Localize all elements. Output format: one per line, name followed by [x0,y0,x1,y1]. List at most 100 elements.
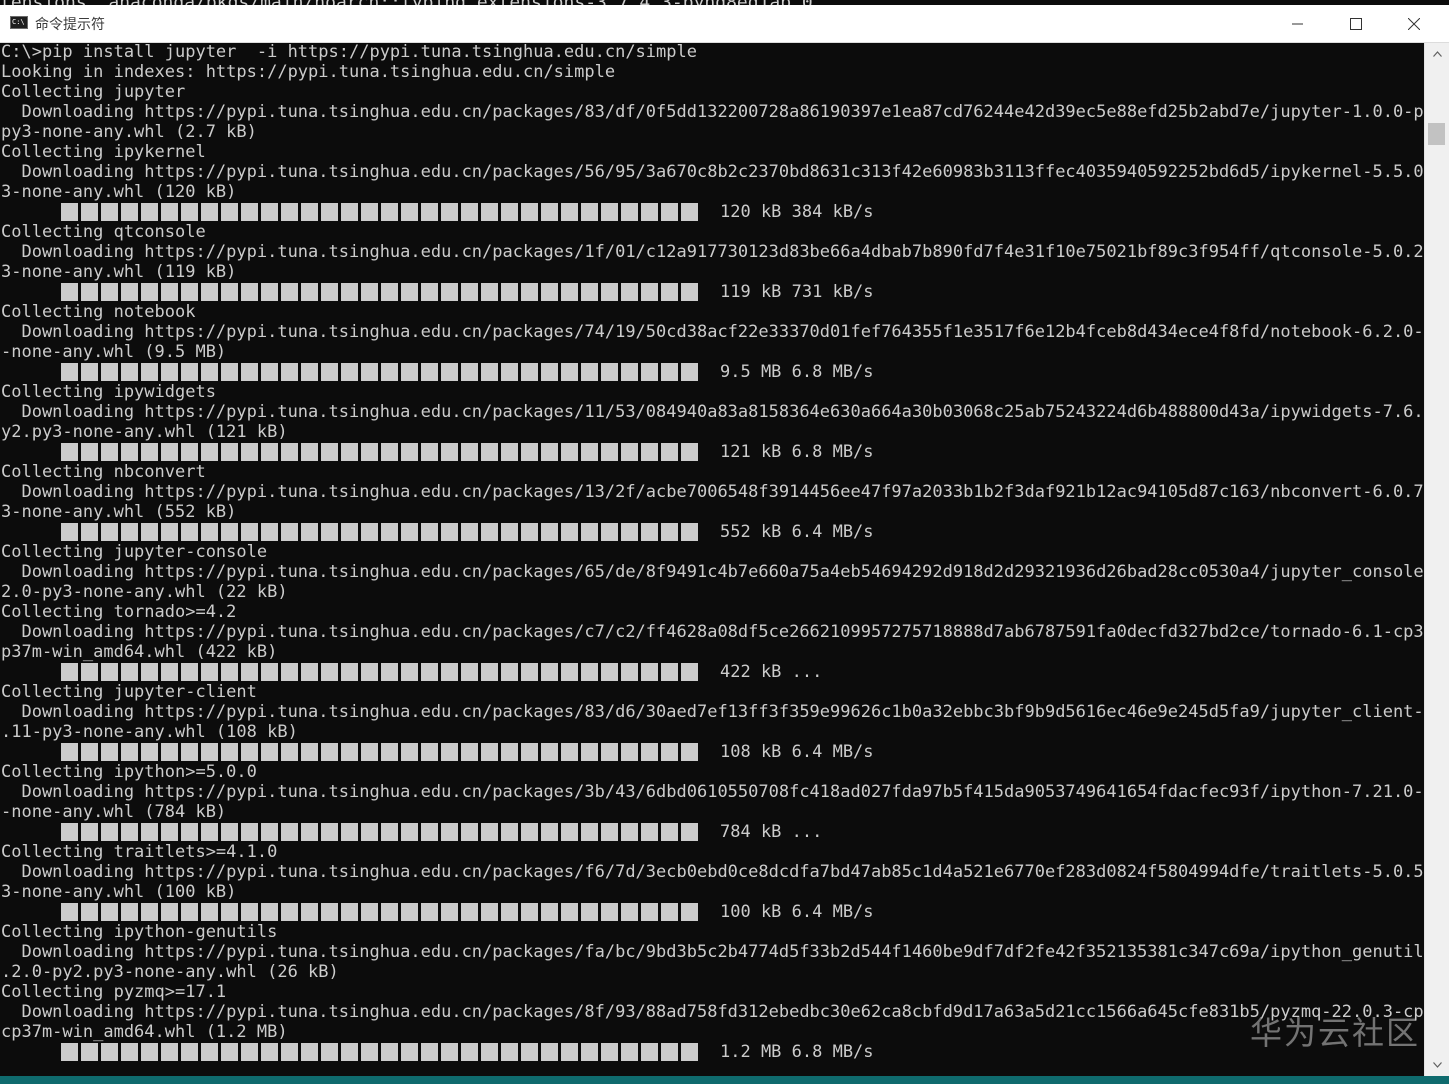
progress-block [81,523,98,541]
progress-block [441,443,458,461]
progress-block [141,363,158,381]
progress-block [161,363,178,381]
progress-block [201,823,218,841]
chevron-down-icon [1432,1062,1442,1068]
progress-block [161,903,178,921]
progress-block [241,903,258,921]
console-line: Downloading https://pypi.tuna.tsinghua.e… [1,242,1424,262]
progress-block [321,283,338,301]
progress-block [501,203,518,221]
progress-block [301,1043,318,1061]
progress-block [581,203,598,221]
progress-block [501,283,518,301]
scroll-down-button[interactable] [1425,1056,1449,1074]
progress-block [101,743,118,761]
progress-block [561,903,578,921]
console-line: .11-py3-none-any.whl (108 kB) [1,722,298,742]
progress-block [381,443,398,461]
progress-block [341,363,358,381]
progress-block [541,443,558,461]
progress-block [681,663,698,681]
maximize-button[interactable] [1333,5,1379,42]
cmd-icon: C:\ [10,16,28,29]
progress-block [281,363,298,381]
progress-block [321,743,338,761]
taskbar-strip [0,1076,1449,1084]
progress-block [681,283,698,301]
progress-block [81,903,98,921]
console-line: Downloading https://pypi.tuna.tsinghua.e… [1,482,1424,502]
progress-block [241,523,258,541]
progress-block [181,363,198,381]
progress-block [581,283,598,301]
console-output[interactable]: C:\>pip install jupyter -i https://pypi.… [0,43,1424,1076]
console-line: Downloading https://pypi.tuna.tsinghua.e… [1,562,1424,582]
close-button[interactable] [1391,5,1437,42]
minimize-button[interactable] [1275,5,1321,42]
progress-block [561,663,578,681]
console-line: Collecting notebook [1,302,196,322]
progress-block [81,743,98,761]
progress-block [201,363,218,381]
progress-block [161,443,178,461]
console-line: C:\>pip install jupyter -i https://pypi.… [1,43,697,62]
progress-block [221,283,238,301]
progress-block [301,203,318,221]
progress-block [301,443,318,461]
progress-block [641,663,658,681]
progress-block [561,443,578,461]
progress-block [581,363,598,381]
progress-block [421,1043,438,1061]
vertical-scrollbar[interactable] [1424,43,1449,1076]
scroll-thumb[interactable] [1428,123,1445,145]
progress-block [341,523,358,541]
progress-block [401,203,418,221]
console-line: Downloading https://pypi.tuna.tsinghua.e… [1,622,1424,642]
progress-block [81,663,98,681]
progress-block [281,743,298,761]
progress-block [81,443,98,461]
progress-block [261,443,278,461]
progress-block [421,203,438,221]
progress-block [221,443,238,461]
progress-block [261,663,278,681]
progress-block [421,663,438,681]
progress-block [581,523,598,541]
progress-block [381,663,398,681]
console-line: Collecting ipython-genutils [1,922,278,942]
progress-bar [61,363,707,381]
progress-block [601,203,618,221]
progress-block [261,823,278,841]
console-line: cp37m-win_amd64.whl (1.2 MB) [1,1022,288,1042]
progress-block [281,903,298,921]
progress-block [121,743,138,761]
download-stats: 9.5 MB 6.8 MB/s [720,362,874,382]
scroll-up-button[interactable] [1425,45,1449,63]
progress-block [441,523,458,541]
title-bar[interactable]: C:\ 命令提示符 [0,5,1449,43]
progress-block [681,1043,698,1061]
progress-block [61,363,78,381]
progress-block [301,363,318,381]
progress-block [461,203,478,221]
progress-block [121,1043,138,1061]
progress-block [381,903,398,921]
progress-block [161,1043,178,1061]
progress-block [81,363,98,381]
download-stats: 121 kB 6.8 MB/s [720,442,874,462]
progress-block [301,523,318,541]
progress-block [241,363,258,381]
console-line: Downloading https://pypi.tuna.tsinghua.e… [1,782,1424,802]
progress-block [501,743,518,761]
progress-block [81,1043,98,1061]
progress-block [641,283,658,301]
progress-block [121,443,138,461]
progress-block [241,443,258,461]
progress-block [201,1043,218,1061]
progress-block [101,283,118,301]
progress-block [201,743,218,761]
progress-block [121,203,138,221]
progress-block [361,663,378,681]
console-line: 2.0-py3-none-any.whl (22 kB) [1,582,288,602]
progress-block [181,743,198,761]
